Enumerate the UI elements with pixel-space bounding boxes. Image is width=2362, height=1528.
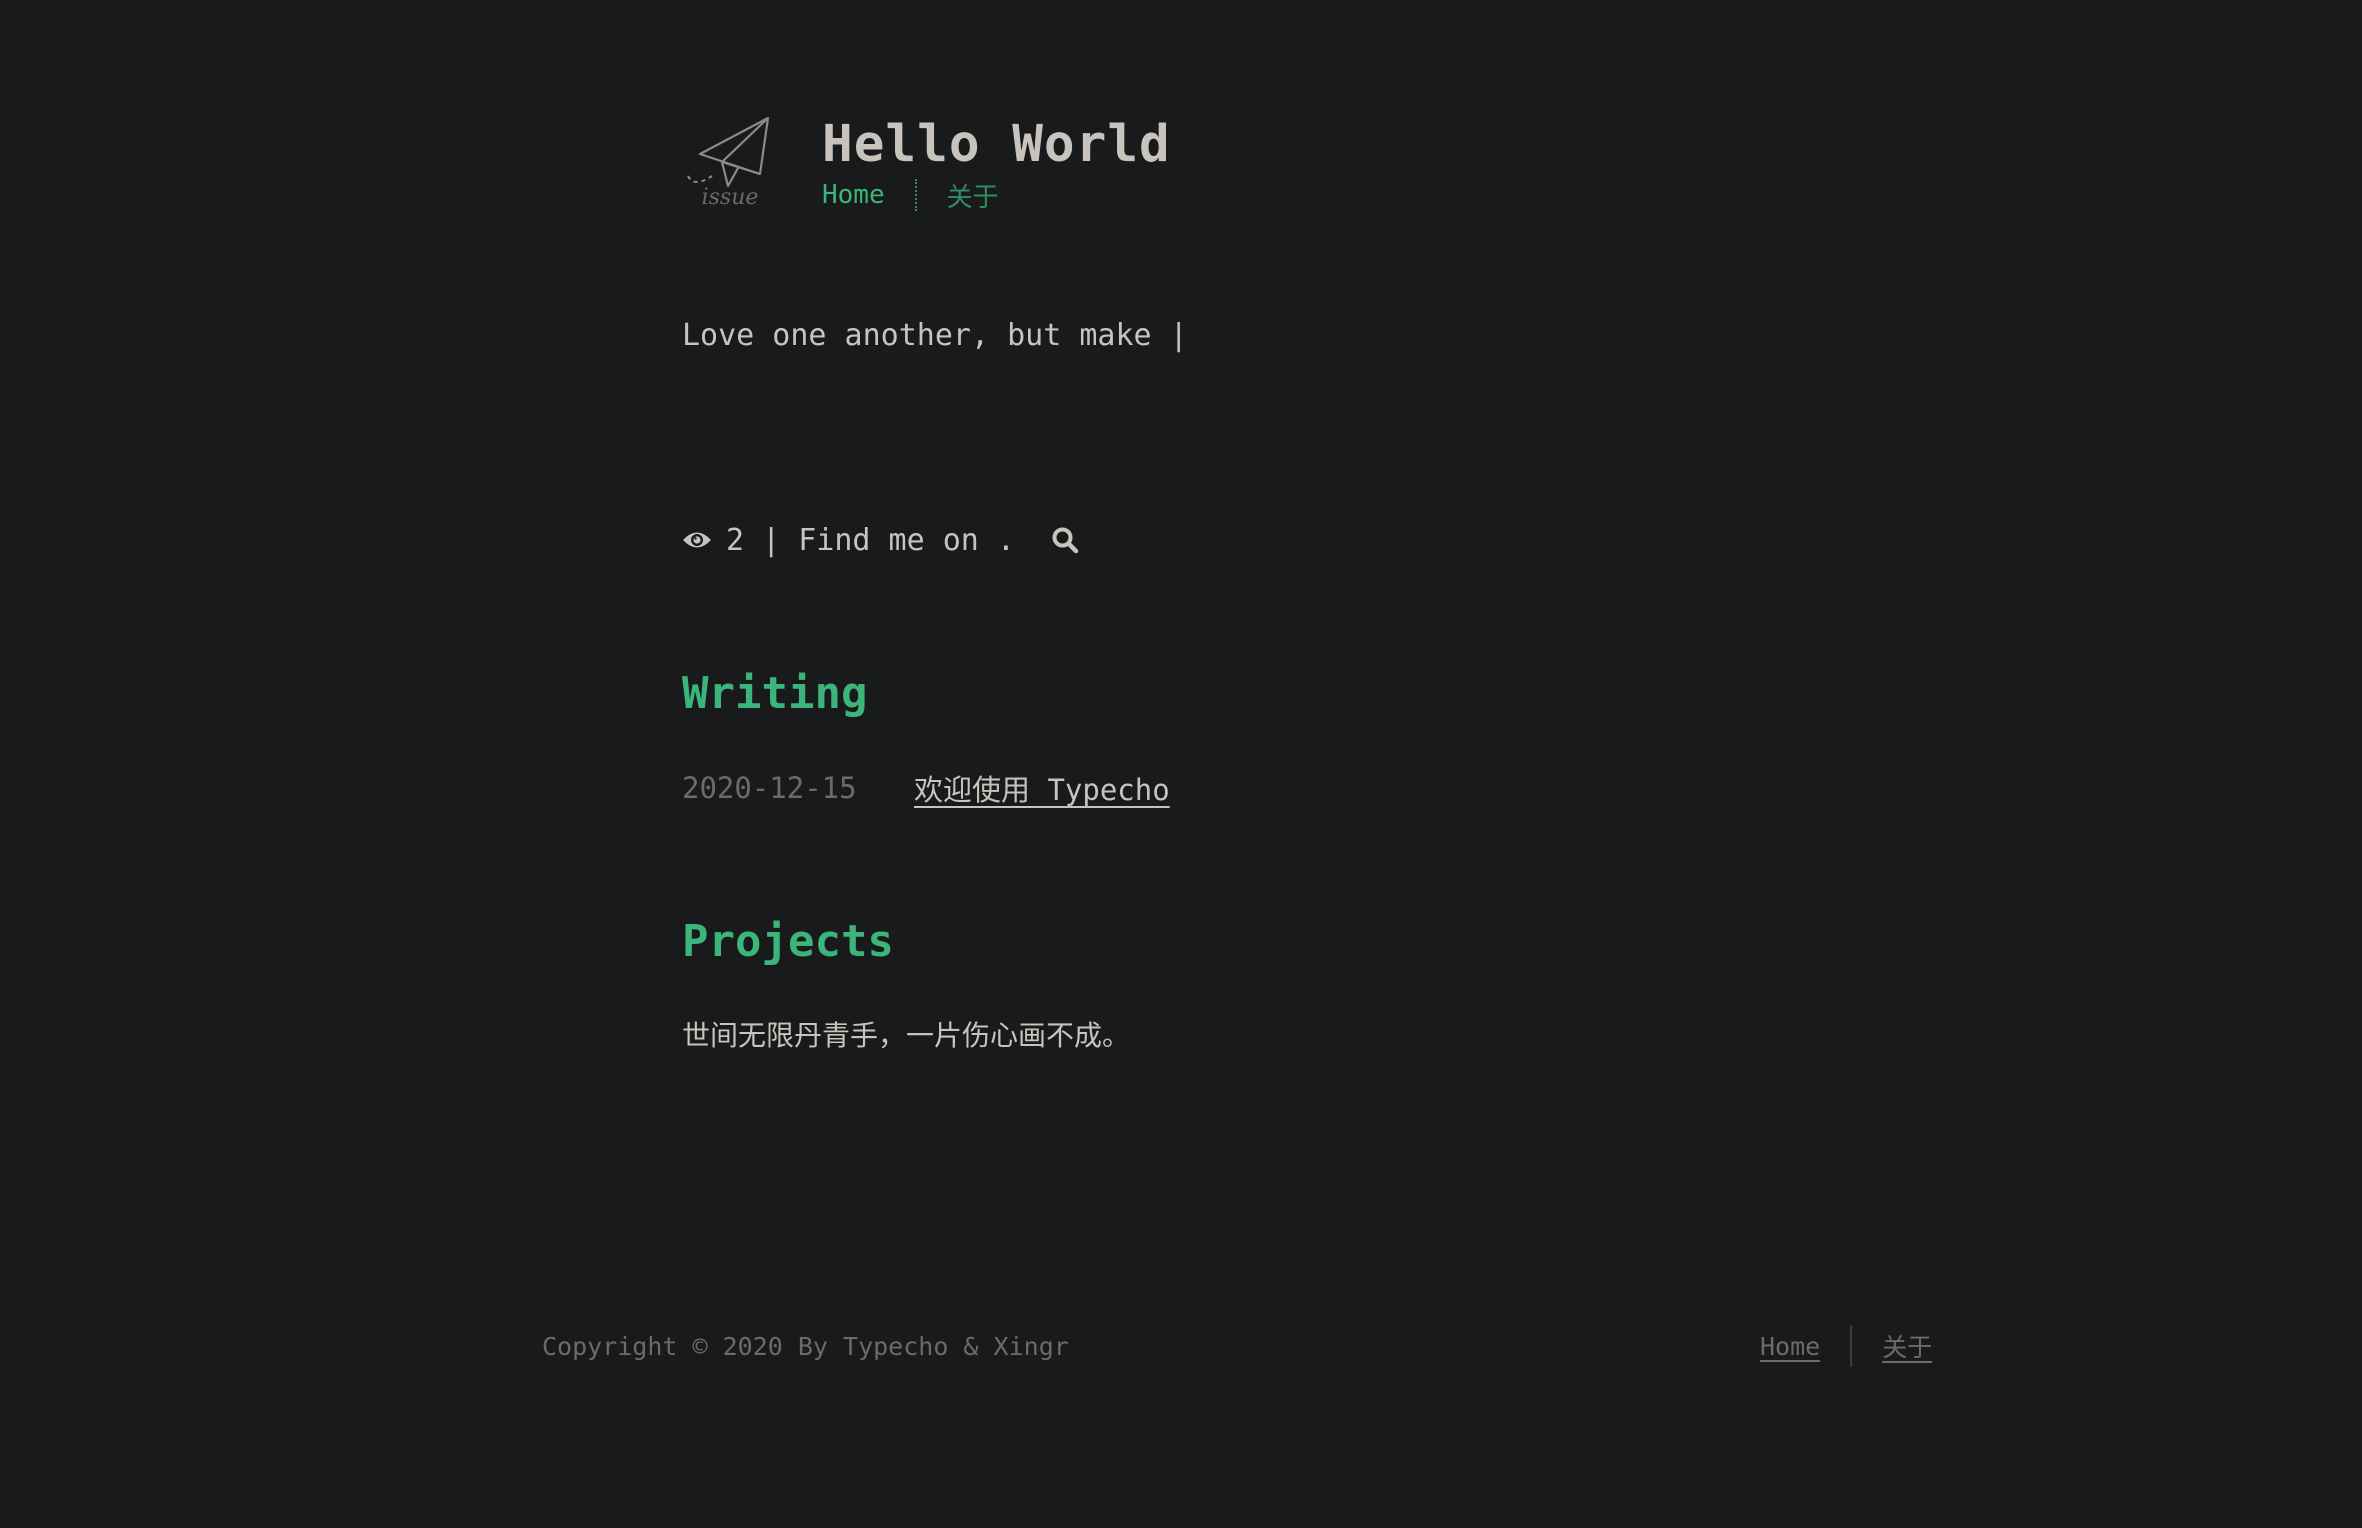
meta-line: 2 | Find me on . <box>682 520 1079 560</box>
footer-copyright: Copyright © 2020 By Typecho & Xingr <box>542 1332 1069 1361</box>
nav-home-link[interactable]: Home <box>822 180 885 210</box>
post-title-link[interactable]: 欢迎使用 Typecho <box>914 767 1170 809</box>
nav-about-link[interactable]: 关于 <box>947 177 999 214</box>
post-date: 2020-12-15 <box>682 771 857 805</box>
footer-about-link[interactable]: 关于 <box>1882 1328 1932 1364</box>
eye-icon <box>683 532 711 548</box>
writing-heading: Writing <box>682 668 868 719</box>
nav-divider <box>914 179 917 211</box>
find-me-text: | Find me on . <box>744 522 1034 558</box>
site-logo[interactable]: issue <box>682 112 778 216</box>
view-count: 2 <box>726 522 745 558</box>
footer-divider <box>1850 1325 1853 1367</box>
page: issue Hello World Home 关于 Love one anoth… <box>0 0 2362 1528</box>
paper-plane-icon: issue <box>687 116 770 210</box>
typed-tagline: Love one another, but make | <box>682 318 1188 353</box>
footer-home-link[interactable]: Home <box>1760 1332 1820 1361</box>
search-icon[interactable] <box>1051 526 1079 554</box>
post-list-item: 2020-12-15 欢迎使用 Typecho <box>682 768 1170 808</box>
projects-heading: Projects <box>682 916 894 967</box>
main-nav: Home 关于 <box>822 177 999 214</box>
footer-nav: Home 关于 <box>1760 1324 1932 1368</box>
projects-text: 世间无限丹青手，一片伤心画不成。 <box>682 1019 1131 1052</box>
logo-text: issue <box>702 185 759 210</box>
site-title[interactable]: Hello World <box>822 112 1171 178</box>
